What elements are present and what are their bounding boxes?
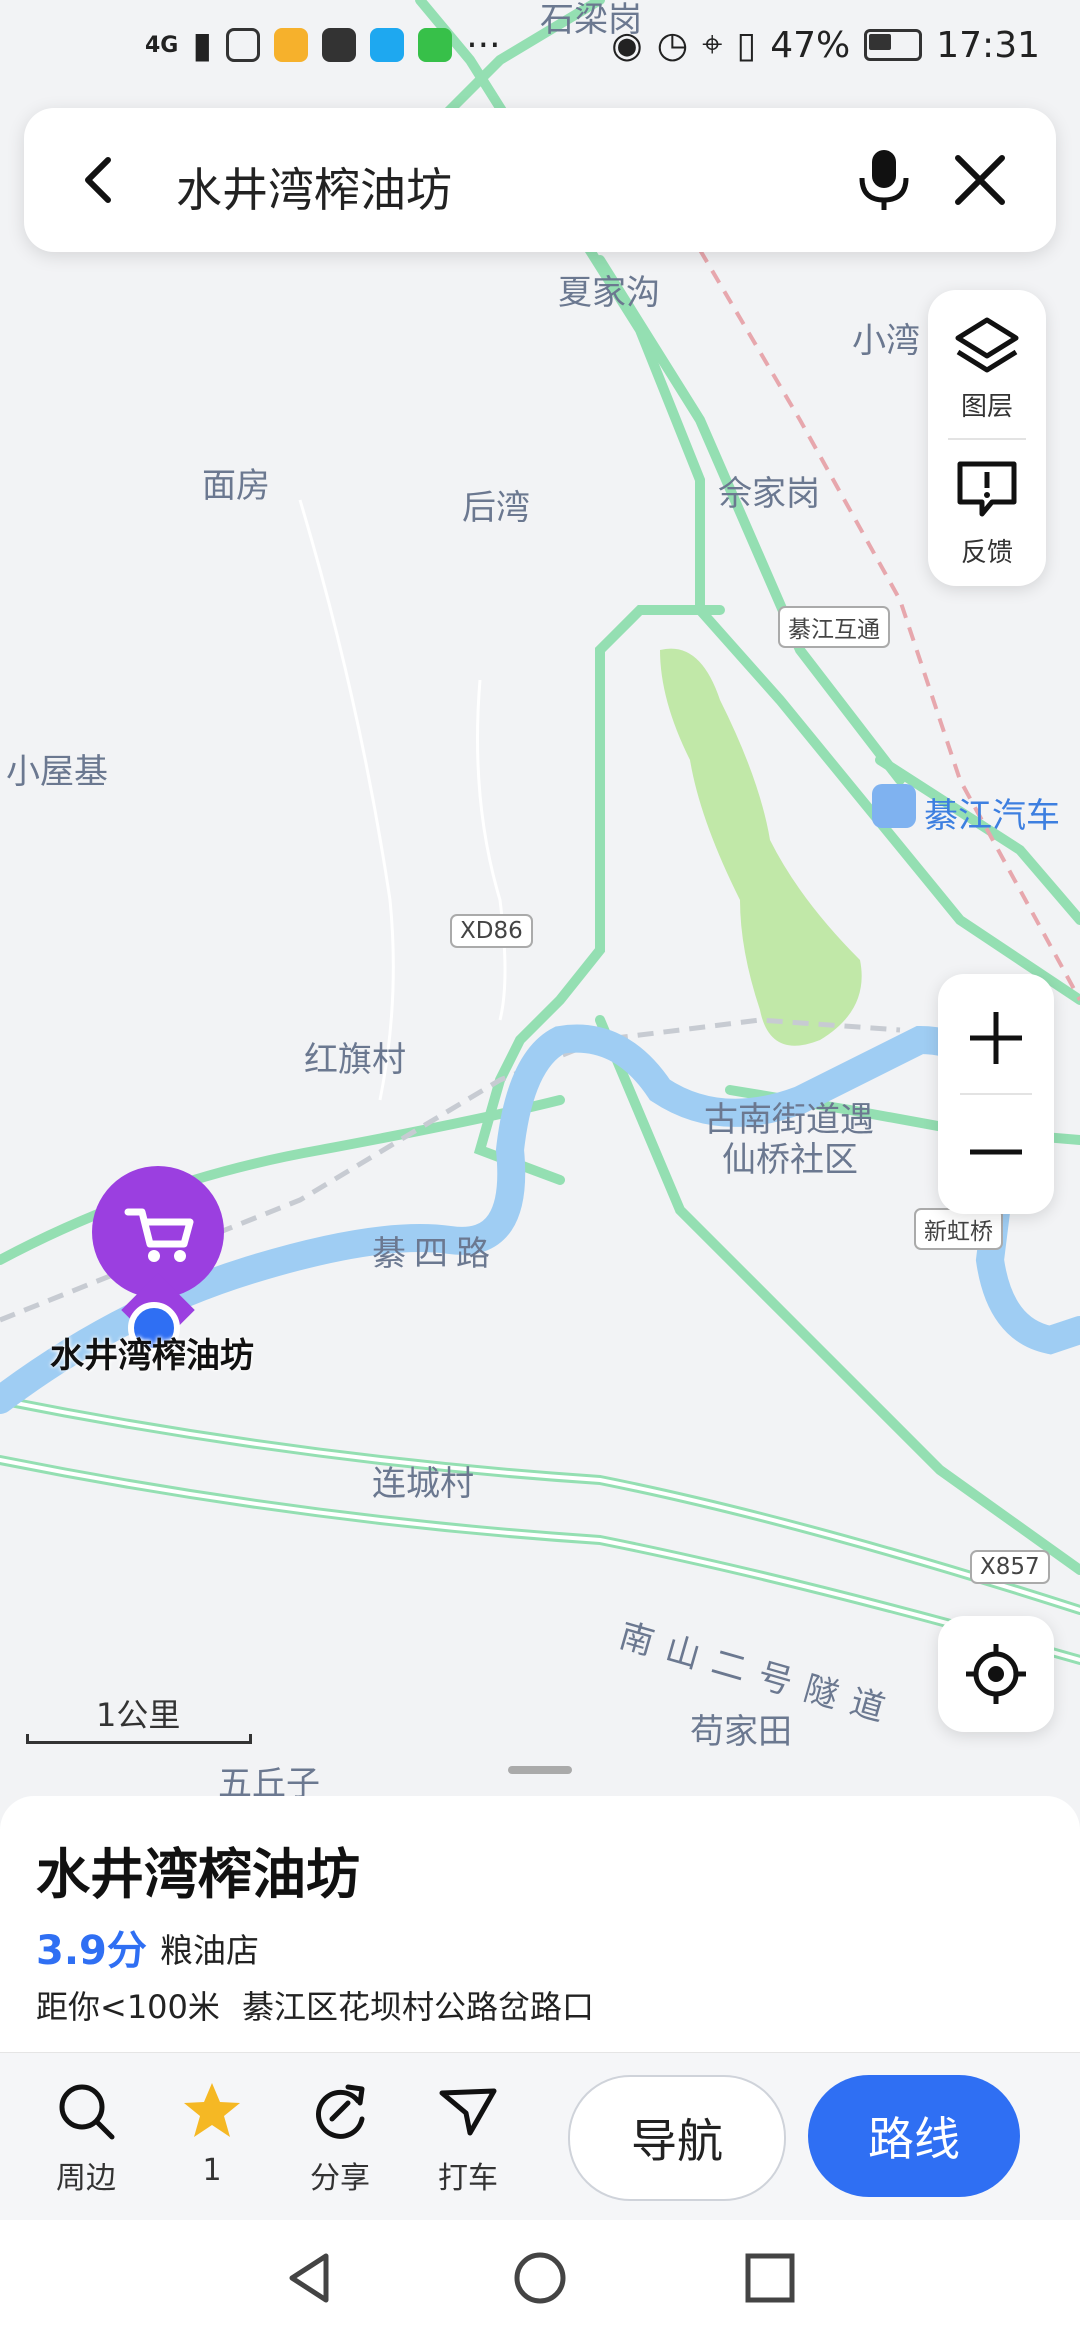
bus-station-icon [872,784,916,828]
action-bar: 周边 1 分享 打车 导航 路线 [0,2052,1080,2221]
favorite-count: 1 [202,2153,222,2188]
home-nav-icon[interactable] [512,2250,568,2306]
clock: 17:31 [936,24,1040,66]
tv-app-icon [226,28,261,62]
marker-label: 水井湾榨油坊 [50,1336,254,1376]
road-shield: 新虹桥 [914,1208,1003,1250]
microphone-icon[interactable] [846,142,922,218]
map-label: 苟家田 [690,1712,792,1752]
signal-icon: ▮ [192,24,213,66]
road-shield: XD86 [450,914,533,948]
feedback-button[interactable]: 反馈 [928,440,1046,586]
route-button[interactable]: 路线 [808,2075,1020,2197]
share-label: 分享 [310,2161,370,2196]
road-shield: X857 [970,1550,1050,1584]
feedback-icon [957,461,1017,517]
star-icon [184,2083,240,2137]
nearby-label: 周边 [56,2161,116,2196]
map-label: 连城村 [372,1464,474,1504]
eye-icon: ◉ [611,24,643,66]
share-button[interactable]: 分享 [290,2079,390,2197]
battery-percent: 47% [770,24,851,66]
rating: 3.9分 [36,1928,147,1974]
map-label: 夏家沟 [558,273,660,313]
category: 粮油店 [160,1931,259,1970]
map-label: 小屋基 [6,752,108,792]
map-label: 小湾 [852,321,920,361]
scale-label: 1公里 [96,1696,181,1734]
map-label: 佘家岗 [718,474,820,514]
navigate-button[interactable]: 导航 [568,2075,786,2201]
locate-button[interactable] [938,1616,1054,1732]
search-query[interactable]: 水井湾榨油坊 [176,154,452,220]
map-label: 仙桥社区 [722,1140,858,1180]
map-label: 红旗村 [304,1040,406,1080]
more-notifications: ··· [466,24,501,66]
layers-label: 图层 [960,392,1013,422]
scale-bar [26,1734,252,1744]
favorite-button[interactable]: 1 [162,2079,262,2188]
map-label: 面房 [202,466,270,506]
system-navigation-bar [0,2220,1080,2340]
map-label: 綦江汽车 [924,796,1060,836]
location-icon: ⌖ [702,24,723,65]
zoom-in-icon[interactable] [966,1008,1026,1068]
nearby-button[interactable]: 周边 [36,2079,136,2197]
divider [960,1093,1032,1095]
map-canvas[interactable] [0,0,1080,1800]
feedback-label: 反馈 [960,538,1013,568]
place-title: 水井湾榨油坊 [36,1843,360,1906]
zoom-out-icon[interactable] [966,1122,1026,1182]
battery-icon [864,29,923,61]
search-card: 水井湾榨油坊 [24,108,1056,252]
address: 綦江区花坝村公路岔路口 [242,1988,595,2026]
taxi-label: 打车 [438,2161,498,2196]
search-icon [59,2084,115,2140]
network-indicator: 4G [145,32,179,58]
alarm-icon: ◷ [656,24,689,66]
zoom-controls [938,974,1054,1214]
taxi-icon [439,2088,497,2136]
store-app-icon [322,28,357,62]
taxi-button[interactable]: 打车 [418,2079,518,2197]
recents-nav-icon[interactable] [742,2250,798,2306]
road-shield: 綦江互通 [778,606,890,648]
back-nav-icon[interactable] [282,2250,338,2306]
close-icon[interactable] [948,148,1012,212]
distance: 距你<100米 [36,1988,220,2026]
map-side-panel: 图层 反馈 [928,290,1046,586]
back-arrow-icon[interactable] [70,150,130,210]
place-sheet[interactable]: 水井湾榨油坊 3.9分 粮油店 距你<100米 綦江区花坝村公路岔路口 [0,1766,1080,2056]
search-app-icon [370,28,405,62]
sheet-handle[interactable] [508,1766,572,1774]
huibo-app-icon [418,28,453,62]
status-bar: 4G ▮ ··· ◉ ◷ ⌖ ▯ 47% 17:31 [0,0,1080,90]
share-icon [316,2084,365,2139]
coffee-app-icon [274,28,309,62]
map-label: 后湾 [462,488,530,528]
vibrate-icon: ▯ [736,24,757,66]
map-label: 綦四路 [372,1234,498,1274]
layers-button[interactable]: 图层 [928,290,1046,438]
layers-icon [955,317,1019,373]
locate-icon [966,1644,1026,1704]
battery-level [869,34,892,50]
